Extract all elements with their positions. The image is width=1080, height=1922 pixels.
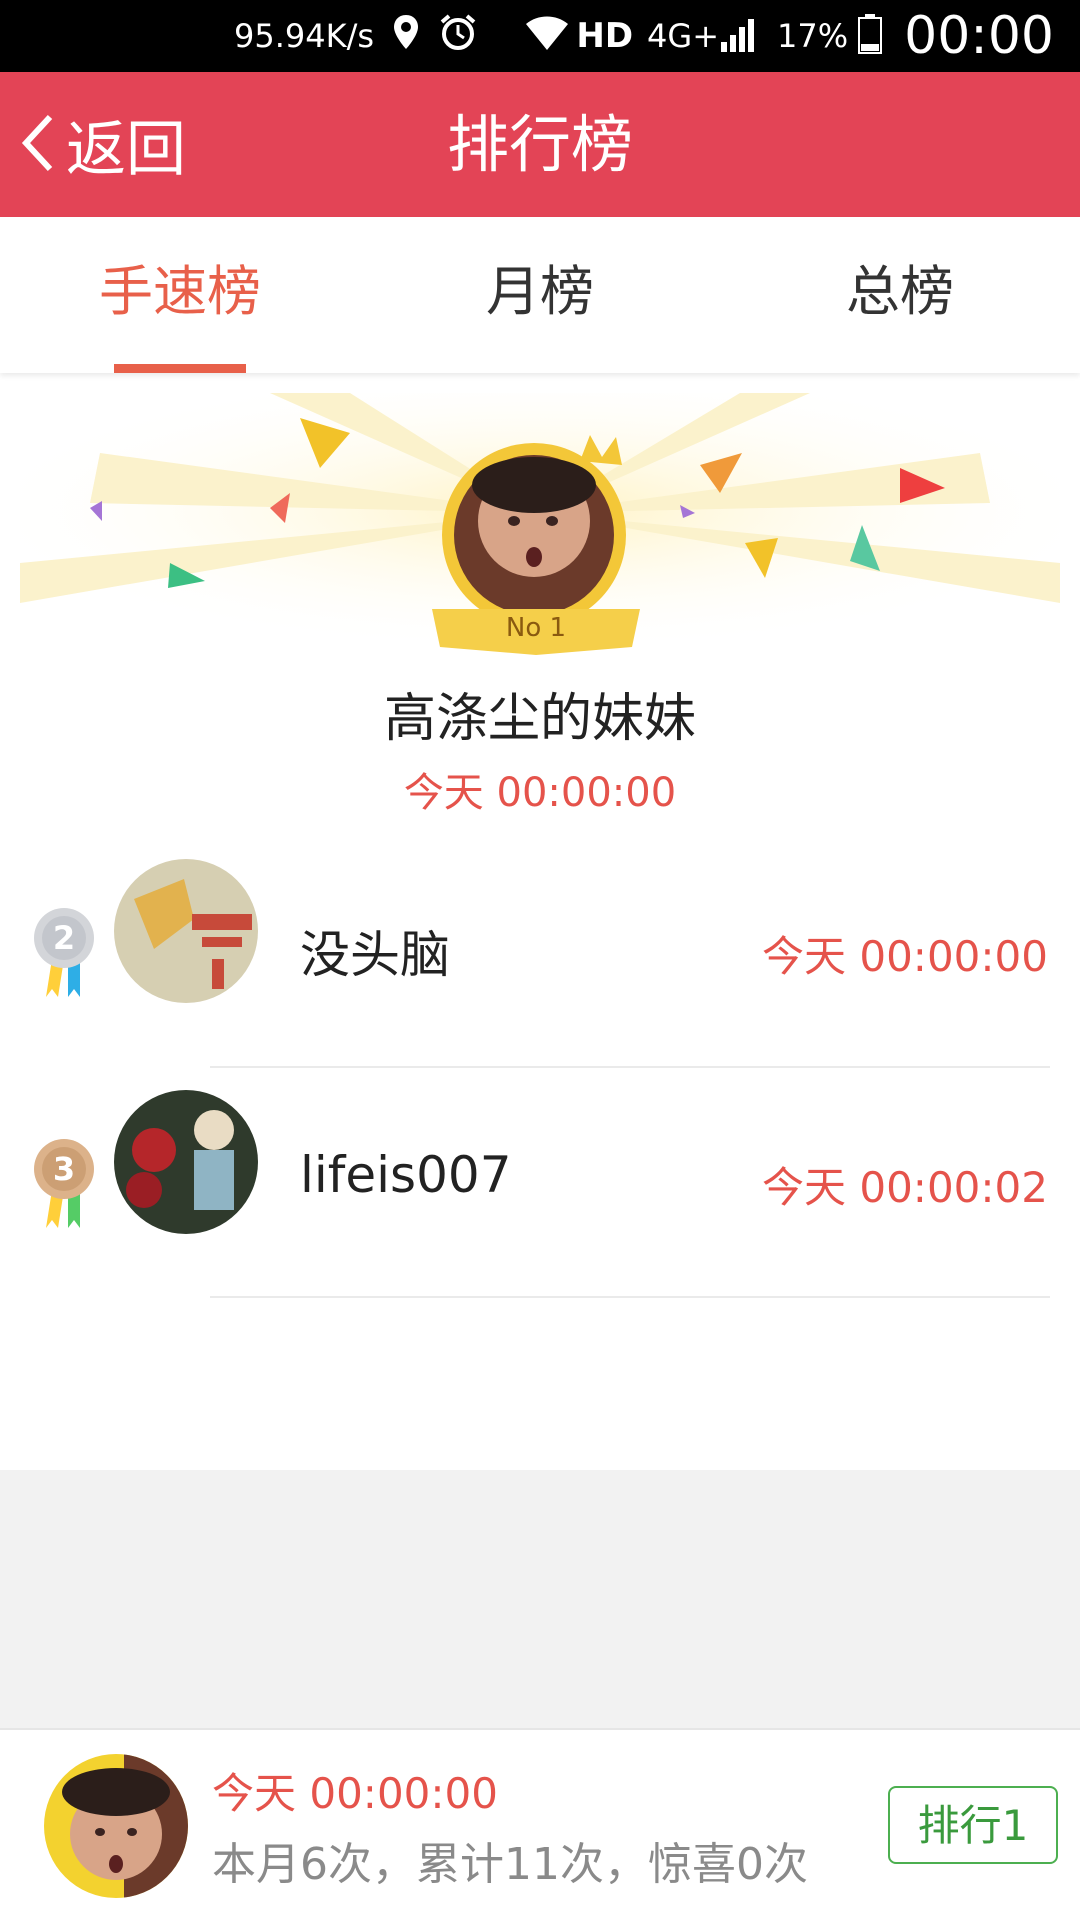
my-time: 今天 00:00:00 — [212, 1769, 498, 1818]
first-place-section: No 1 高涤尘的妹妹 今天 00:00:00 — [0, 373, 1080, 816]
empty-area — [0, 1470, 1080, 1728]
row-name: lifeis007 — [300, 1146, 512, 1204]
location-icon — [392, 13, 420, 59]
ranking-row-3[interactable]: 3 lifeis007 今天 00:00:02 — [0, 1066, 1080, 1296]
my-avatar[interactable] — [44, 1754, 188, 1898]
battery-percent: 17% — [777, 17, 849, 55]
signal-icon — [719, 16, 759, 56]
network-type: 4G+ — [647, 17, 720, 55]
ranking-row-2[interactable]: 2 没头脑 今天 00:00:00 — [0, 835, 1080, 1065]
battery-icon — [858, 14, 883, 58]
clock: 00:00 — [904, 6, 1054, 66]
divider — [210, 1296, 1050, 1298]
rank-number: 3 — [52, 1150, 76, 1188]
bronze-medal-icon: 3 — [28, 1136, 100, 1232]
tab-monthly-rank[interactable]: 月榜 — [360, 217, 720, 373]
status-bar: 95.94K/s HD 4G+ 17% 00:00 — [0, 0, 1080, 72]
my-rank-bar: 今天 00:00:00 本月6次，累计11次，惊喜0次 排行1 — [0, 1728, 1080, 1922]
first-place-name: 高涤尘的妹妹 — [383, 689, 696, 749]
rank-button[interactable]: 排行1 — [888, 1786, 1058, 1864]
alarm-icon — [438, 12, 478, 60]
net-speed: 95.94K/s — [234, 17, 375, 55]
wifi-icon — [524, 16, 570, 56]
row-time: 今天 00:00:00 — [762, 932, 1048, 981]
back-button[interactable]: 返回 — [18, 72, 186, 217]
avatar[interactable] — [114, 859, 258, 1003]
tab-total-rank[interactable]: 总榜 — [720, 217, 1080, 373]
no1-ribbon: No 1 — [432, 605, 640, 655]
back-label: 返回 — [66, 115, 186, 185]
app-header: 返回 排行榜 — [0, 72, 1080, 217]
first-place-time: 今天 00:00:00 — [403, 770, 677, 816]
chevron-left-icon — [18, 111, 58, 179]
row-name: 没头脑 — [300, 926, 450, 984]
my-stats: 本月6次，累计11次，惊喜0次 — [212, 1839, 808, 1890]
rank-number: 2 — [52, 919, 76, 957]
hd-label: HD — [576, 16, 634, 56]
tab-speed-rank[interactable]: 手速榜 — [0, 217, 360, 373]
tab-bar: 手速榜 月榜 总榜 — [0, 217, 1080, 373]
tab-indicator — [114, 364, 246, 373]
row-time: 今天 00:00:02 — [762, 1163, 1048, 1212]
silver-medal-icon: 2 — [28, 905, 100, 1001]
avatar[interactable] — [114, 1090, 258, 1234]
no1-label: No 1 — [505, 613, 567, 643]
